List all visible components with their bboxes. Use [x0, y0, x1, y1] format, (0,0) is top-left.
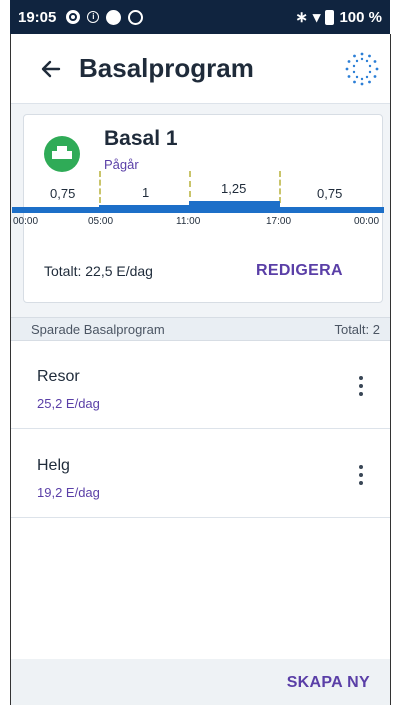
time-tick: 00:00 [354, 216, 380, 227]
segment-divider [99, 171, 101, 203]
create-new-button[interactable]: SKAPA NY [287, 674, 370, 692]
time-tick: 00:00 [13, 216, 39, 227]
dot-icon [106, 9, 122, 25]
active-program-area: Basal 1 Pågår 0,75 1 1,25 0,75 00:00 05:… [11, 104, 390, 317]
daily-total: Totalt: 22,5 E/dag [44, 263, 153, 279]
list-item[interactable]: Helg 19,2 E/dag [11, 430, 390, 518]
basal-active-icon [44, 136, 80, 172]
basal-segment [99, 205, 190, 213]
active-program-card: Basal 1 Pågår 0,75 1 1,25 0,75 00:00 05:… [12, 114, 384, 303]
status-time: 19:05 [18, 8, 57, 26]
status-bar: 19:05 i ∗ ▾ 100 % [10, 0, 390, 34]
list-item-name: Helg [37, 457, 70, 474]
list-item[interactable]: Resor 25,2 E/dag [11, 341, 390, 429]
list-item-total: 19,2 E/dag [37, 485, 100, 500]
pump-status-icon[interactable] [344, 51, 380, 87]
list-item-name: Resor [37, 368, 80, 385]
more-options-icon[interactable] [351, 373, 371, 399]
back-button[interactable] [31, 49, 71, 89]
basal-segment [12, 207, 100, 213]
program-name: Basal 1 [104, 127, 178, 150]
rate-label: 1,25 [221, 181, 247, 196]
arrow-left-icon [41, 60, 61, 77]
saved-programs-count: Totalt: 2 [334, 321, 380, 337]
time-tick: 17:00 [266, 216, 292, 227]
record-icon [66, 10, 81, 24]
more-options-icon[interactable] [351, 462, 371, 488]
battery-percent: 100 % [339, 8, 382, 26]
footer-bar: SKAPA NY [11, 659, 390, 705]
time-tick: 11:00 [176, 216, 201, 227]
segment-divider [279, 171, 281, 203]
basal-segment [189, 201, 280, 213]
rate-label: 0,75 [50, 186, 76, 201]
page-title: Basalprogram [79, 53, 254, 83]
program-status: Pågår [104, 157, 139, 172]
rate-label: 0,75 [317, 186, 343, 201]
edit-button[interactable]: REDIGERA [256, 262, 343, 280]
list-item-total: 25,2 E/dag [37, 396, 100, 411]
frame-edge-right [390, 34, 391, 705]
basal-segment [279, 207, 384, 213]
segment-divider [189, 171, 191, 197]
saved-programs-header: Sparade Basalprogram Totalt: 2 [11, 317, 390, 341]
app-bar: Basalprogram [11, 34, 390, 104]
rate-label: 1 [142, 185, 150, 200]
saved-programs-title: Sparade Basalprogram [31, 321, 165, 337]
info-icon: i [87, 11, 100, 23]
wifi-icon: ▾ [312, 9, 321, 26]
sync-icon [128, 9, 144, 25]
time-tick: 05:00 [88, 216, 114, 227]
battery-icon [325, 9, 335, 25]
bluetooth-icon: ∗ [295, 9, 308, 26]
